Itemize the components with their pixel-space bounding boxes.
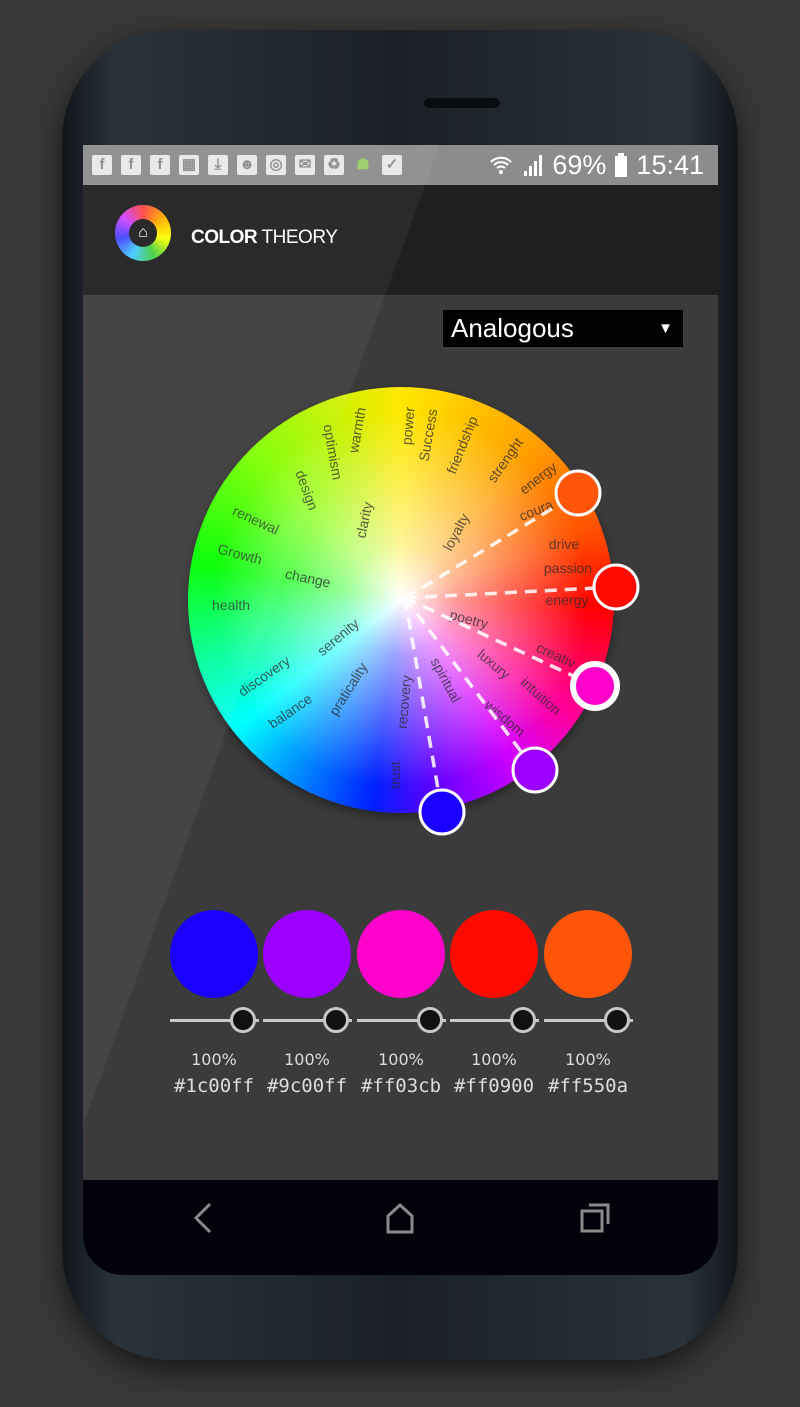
calendar-icon: ▦ <box>179 155 199 175</box>
speaker <box>424 98 500 108</box>
screen: f f f ▦ ⤓ ☻ ◎ ✉ ♻ ☗ ✓ 69% 15:41 ⌂ COLOR THEORY Ana… <box>83 145 718 1275</box>
handle-connector <box>404 585 617 600</box>
color-swatch[interactable] <box>170 910 258 998</box>
hex-value: #ff0900 <box>453 1075 535 1097</box>
android-icon: ☗ <box>356 156 370 173</box>
status-bar: f f f ▦ ⤓ ☻ ◎ ✉ ♻ ☗ ✓ 69% 15:41 <box>83 145 718 185</box>
app-bar: ⌂ COLOR THEORY <box>83 185 718 295</box>
handle-connector <box>403 597 444 813</box>
opacity-slider-knob[interactable] <box>417 1007 443 1033</box>
home-icon: ⌂ <box>129 219 157 247</box>
facebook-icon: f <box>150 155 170 175</box>
navigation-bar <box>83 1180 718 1275</box>
handle-connector <box>404 596 596 688</box>
mail-icon: ✉ <box>295 155 315 175</box>
color-handle[interactable] <box>511 746 559 794</box>
hex-value: #ff03cb <box>360 1075 442 1097</box>
app-logo[interactable]: ⌂ <box>115 205 171 261</box>
recents-icon[interactable] <box>580 1202 612 1234</box>
hex-value: #9c00ff <box>266 1075 348 1097</box>
wheel-handles <box>403 469 640 836</box>
handle-connector <box>403 596 537 772</box>
color-handle[interactable] <box>554 469 602 517</box>
hex-value: #ff550a <box>547 1075 629 1097</box>
opacity-slider-knob[interactable] <box>230 1007 256 1033</box>
sync-icon: ◎ <box>266 155 286 175</box>
opacity-slider-knob[interactable] <box>510 1007 536 1033</box>
facebook-icon: f <box>121 155 141 175</box>
opacity-value: 100% <box>471 1050 517 1069</box>
opacity-value: 100% <box>191 1050 237 1069</box>
wifi-icon <box>490 156 513 174</box>
color-handle[interactable] <box>570 661 620 711</box>
app-title: COLOR THEORY <box>191 227 338 248</box>
opacity-value: 100% <box>284 1050 330 1069</box>
home-icon[interactable] <box>385 1202 415 1236</box>
clock: 15:41 <box>636 149 704 180</box>
color-swatch[interactable] <box>450 910 538 998</box>
handle-connector <box>404 491 579 600</box>
color-handle[interactable] <box>592 563 640 611</box>
hex-value: #1c00ff <box>173 1075 255 1097</box>
battery-icon <box>615 153 628 177</box>
battery-recycle-icon: ♻ <box>324 155 344 175</box>
fitness-icon: ☻ <box>237 155 257 175</box>
opacity-value: 100% <box>378 1050 424 1069</box>
opacity-slider-knob[interactable] <box>323 1007 349 1033</box>
facebook-icon: f <box>92 155 112 175</box>
color-swatch[interactable] <box>263 910 351 998</box>
signal-icon <box>524 155 543 176</box>
color-swatch[interactable] <box>544 910 632 998</box>
notification-icons: f f f ▦ ⤓ ☻ ◎ ✉ ♻ ☗ ✓ <box>83 155 402 175</box>
clipboard-check-icon: ✓ <box>382 155 402 175</box>
battery-percent: 69% <box>552 149 607 180</box>
main-content: Analogous ▼ warmth optimism design power Suc… <box>83 295 718 1180</box>
back-icon[interactable] <box>188 1200 218 1236</box>
color-swatch[interactable] <box>357 910 445 998</box>
opacity-value: 100% <box>565 1050 611 1069</box>
color-handle[interactable] <box>418 788 466 836</box>
download-icon: ⤓ <box>208 155 228 175</box>
opacity-slider-knob[interactable] <box>604 1007 630 1033</box>
